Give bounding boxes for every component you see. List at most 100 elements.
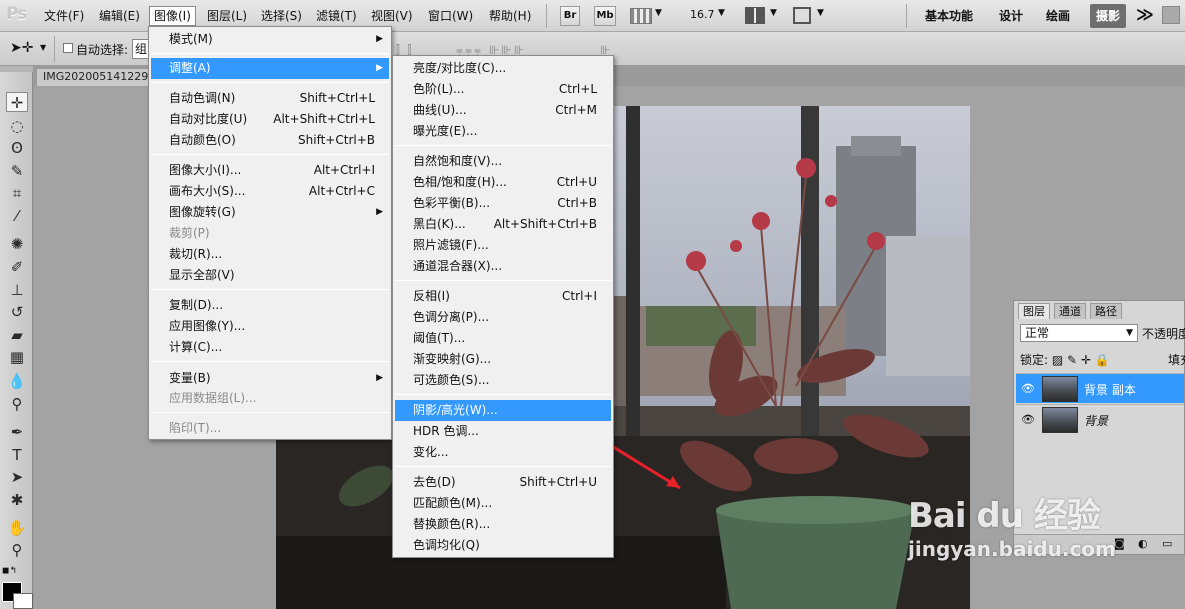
menu-item-exposure[interactable]: 曝光度(E)... <box>395 121 611 142</box>
path-select-tool-icon[interactable]: ➤ <box>6 467 28 487</box>
menu-item-mode[interactable]: 模式(M) ▶ <box>151 29 389 50</box>
visibility-eye-icon[interactable]: 👁 <box>1021 382 1035 395</box>
menu-item-image-size[interactable]: 图像大小(I)... Alt+Ctrl+I <box>151 160 389 181</box>
menu-filter[interactable]: 滤镜(T) <box>312 7 361 25</box>
menu-item-calculations[interactable]: 计算(C)... <box>151 337 389 358</box>
chevron-down-icon[interactable]: ▼ <box>655 8 662 18</box>
menu-item-color-balance[interactable]: 色彩平衡(B)... Ctrl+B <box>395 193 611 214</box>
type-tool-icon[interactable]: T <box>6 445 28 465</box>
move-tool-icon[interactable]: ✛ <box>6 92 28 112</box>
lock-pixels-icon[interactable]: ✎ <box>1067 353 1077 367</box>
menu-item-levels[interactable]: 色阶(L)... Ctrl+L <box>395 79 611 100</box>
menu-item-threshold[interactable]: 阈值(T)... <box>395 328 611 349</box>
lock-position-icon[interactable]: ✛ <box>1081 353 1091 367</box>
menu-item-auto-color[interactable]: 自动颜色(O) Shift+Ctrl+B <box>151 130 389 151</box>
layer-row[interactable]: 👁 背景 <box>1016 404 1184 434</box>
pen-tool-icon[interactable]: ✒ <box>6 422 28 442</box>
gradient-tool-icon[interactable]: ▦ <box>6 347 28 367</box>
menu-item-auto-tone[interactable]: 自动色调(N) Shift+Ctrl+L <box>151 88 389 109</box>
document-tab[interactable]: IMG20200514122950 <box>36 68 156 86</box>
hand-tool-icon[interactable]: ✋ <box>6 518 28 538</box>
menu-item-reveal-all[interactable]: 显示全部(V) <box>151 265 389 286</box>
screen-mode-chevron-icon[interactable]: ▼ <box>817 8 824 18</box>
menu-item-variations[interactable]: 变化... <box>395 442 611 463</box>
zoom-chevron-icon[interactable]: ▼ <box>718 8 725 18</box>
move-tool-icon[interactable]: ➤✛ <box>10 40 33 56</box>
menu-file[interactable]: 文件(F) <box>40 7 88 25</box>
screen-mode-icon[interactable] <box>793 7 811 24</box>
menu-window[interactable]: 窗口(W) <box>424 7 477 25</box>
menu-item-replace-color[interactable]: 替换颜色(R)... <box>395 514 611 535</box>
clone-stamp-tool-icon[interactable]: ⊥ <box>6 280 28 300</box>
dodge-tool-icon[interactable]: ⚲ <box>6 394 28 414</box>
bridge-button[interactable]: Br <box>560 6 580 26</box>
menu-item-desaturate[interactable]: 去色(D) Shift+Ctrl+U <box>395 472 611 493</box>
eyedropper-tool-icon[interactable]: ⁄ <box>6 206 28 226</box>
menu-item-selective-color[interactable]: 可选颜色(S)... <box>395 370 611 391</box>
tab-channels[interactable]: 通道 <box>1054 303 1086 319</box>
crop-tool-icon[interactable]: ⌗ <box>6 183 28 203</box>
workspace-painting[interactable]: 绘画 <box>1046 7 1070 25</box>
menu-image[interactable]: 图像(I) <box>149 6 196 26</box>
menu-view[interactable]: 视图(V) <box>367 7 417 25</box>
menu-item-black-white[interactable]: 黑白(K)... Alt+Shift+Ctrl+B <box>395 214 611 235</box>
menu-item-vibrance[interactable]: 自然饱和度(V)... <box>395 151 611 172</box>
lasso-tool-icon[interactable]: ʘ <box>6 138 28 158</box>
healing-brush-tool-icon[interactable]: ✺ <box>6 234 28 254</box>
lock-transparent-icon[interactable]: ▨ <box>1052 353 1063 367</box>
menu-edit[interactable]: 编辑(E) <box>95 7 144 25</box>
menu-help[interactable]: 帮助(H) <box>485 7 535 25</box>
menu-item-image-rotation[interactable]: 图像旋转(G) ▶ <box>151 202 389 223</box>
lock-all-icon[interactable]: 🔒 <box>1095 353 1110 367</box>
quick-select-tool-icon[interactable]: ✎ <box>6 161 28 181</box>
menu-item-invert[interactable]: 反相(I) Ctrl+I <box>395 286 611 307</box>
tool-preset-chevron-icon[interactable]: ▼ <box>40 43 46 52</box>
adjustment-layer-icon[interactable]: ◐ <box>1138 537 1148 550</box>
menu-item-hdr-toning[interactable]: HDR 色调... <box>395 421 611 442</box>
menu-item-apply-image[interactable]: 应用图像(Y)... <box>151 316 389 337</box>
workspace-essentials[interactable]: 基本功能 <box>925 7 973 25</box>
menu-item-channel-mixer[interactable]: 通道混合器(X)... <box>395 256 611 277</box>
menu-item-trim[interactable]: 裁切(R)... <box>151 244 389 265</box>
tab-paths[interactable]: 路径 <box>1090 303 1122 319</box>
workspace-design[interactable]: 设计 <box>999 7 1023 25</box>
brush-tool-icon[interactable]: ✐ <box>6 257 28 277</box>
cs-live-icon[interactable] <box>1162 6 1180 24</box>
default-colors-icon[interactable]: ◼↰ <box>2 566 17 576</box>
menu-item-equalize[interactable]: 色调均化(Q) <box>395 535 611 556</box>
menu-item-canvas-size[interactable]: 画布大小(S)... Alt+Ctrl+C <box>151 181 389 202</box>
menu-item-adjustments[interactable]: 调整(A) ▶ <box>151 58 389 79</box>
zoom-level[interactable]: 16.7 <box>690 8 715 21</box>
menu-select[interactable]: 选择(S) <box>257 7 306 25</box>
menu-item-gradient-map[interactable]: 渐变映射(G)... <box>395 349 611 370</box>
workspace-overflow-icon[interactable]: ≫ <box>1136 5 1154 25</box>
arrange-chevron-icon[interactable]: ▼ <box>770 8 777 18</box>
background-color-swatch[interactable] <box>13 593 33 609</box>
menu-item-variables[interactable]: 变量(B) ▶ <box>151 368 389 389</box>
menu-layer[interactable]: 图层(L) <box>203 7 251 25</box>
menu-item-posterize[interactable]: 色调分离(P)... <box>395 307 611 328</box>
shape-tool-icon[interactable]: ✱ <box>6 490 28 510</box>
new-group-icon[interactable]: ▭ <box>1162 537 1172 550</box>
menu-item-match-color[interactable]: 匹配颜色(M)... <box>395 493 611 514</box>
auto-select-checkbox[interactable] <box>63 43 73 53</box>
menu-item-shadows-highlights[interactable]: 阴影/高光(W)... <box>395 400 611 421</box>
menu-item-auto-contrast[interactable]: 自动对比度(U) Alt+Shift+Ctrl+L <box>151 109 389 130</box>
blend-mode-select[interactable]: 正常 ▼ <box>1020 324 1138 342</box>
eraser-tool-icon[interactable]: ▰ <box>6 325 28 345</box>
zoom-tool-icon[interactable]: ⚲ <box>6 540 28 560</box>
menu-item-curves[interactable]: 曲线(U)... Ctrl+M <box>395 100 611 121</box>
visibility-eye-icon[interactable]: 👁 <box>1021 413 1035 426</box>
tab-layers[interactable]: 图层 <box>1018 303 1050 319</box>
mini-bridge-button[interactable]: Mb <box>594 6 616 26</box>
layer-row[interactable]: 👁 背景 副本 <box>1016 373 1184 403</box>
arrange-documents-icon[interactable] <box>745 7 765 24</box>
menu-item-hue-saturation[interactable]: 色相/饱和度(H)... Ctrl+U <box>395 172 611 193</box>
history-brush-tool-icon[interactable]: ↺ <box>6 302 28 322</box>
menu-item-brightness-contrast[interactable]: 亮度/对比度(C)... <box>395 58 611 79</box>
menu-item-photo-filter[interactable]: 照片滤镜(F)... <box>395 235 611 256</box>
marquee-tool-icon[interactable]: ◌ <box>6 116 28 136</box>
blur-tool-icon[interactable]: 💧 <box>6 371 28 391</box>
extras-grid-icon[interactable] <box>630 8 652 24</box>
menu-item-duplicate[interactable]: 复制(D)... <box>151 295 389 316</box>
